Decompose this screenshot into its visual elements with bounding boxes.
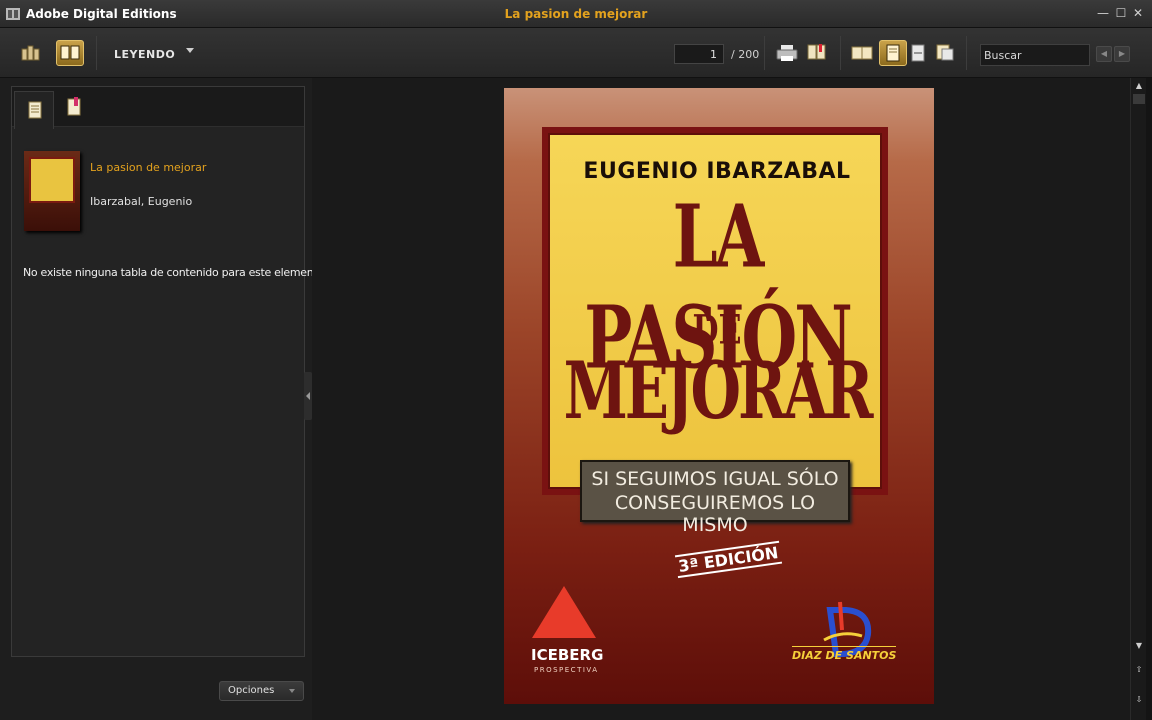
mode-dropdown-label[interactable]: LEYENDO [114,48,175,61]
cover-subtitle-line1: SI SEGUIMOS IGUAL SÓLO [591,468,839,490]
reading-view-button[interactable] [56,40,84,66]
title-bar: Adobe Digital Editions La pasion de mejo… [0,0,1152,28]
cover-title-frame: EUGENIO IBARZABAL LA PASIÓN DE MEJORAR [542,127,888,495]
print-button[interactable] [773,40,801,66]
minimize-button[interactable]: — [1096,6,1110,20]
chevron-down-icon[interactable] [186,48,194,53]
publisher-diaz-de-santos: DIAZ DE SANTOS [792,646,897,662]
toolbar-separator [966,36,967,70]
reading-view-icon [60,45,80,60]
window-edge [1146,78,1152,720]
chevron-down-icon [289,689,295,693]
toolbar-separator [840,36,841,70]
bookmark-icon [67,97,81,116]
print-icon [776,45,798,61]
search-prev-icon[interactable]: ◀ [1096,46,1112,62]
no-toc-message: No existe ninguna tabla de contenido par… [23,266,324,279]
library-view-button[interactable] [17,40,45,66]
diaz-de-santos-logo-icon [823,601,872,657]
previous-page-icon[interactable]: ⇧ [1131,662,1147,678]
vertical-scrollbar[interactable]: ▲ ▼ ⇧ ⇩ [1130,78,1146,720]
book-title[interactable]: La pasion de mejorar [90,161,206,174]
toc-icon [28,101,42,119]
page-total: / 200 [731,48,760,61]
cover-subtitle-line2: CONSEGUIREMOS LO MISMO [614,492,816,536]
book-author: Ibarzabal, Eugenio [90,195,193,208]
scroll-up-icon[interactable]: ▲ [1131,78,1147,94]
sidebar: La pasion de mejorar Ibarzabal, Eugenio … [0,78,324,720]
fit-width-button[interactable] [905,40,933,66]
single-page-view-button[interactable] [879,40,907,66]
sidebar-tab-strip [12,87,304,129]
sidebar-panel: La pasion de mejorar Ibarzabal, Eugenio … [11,86,324,657]
bookmark-page-button[interactable] [803,40,831,66]
fit-page-icon [936,44,954,61]
search-next-icon[interactable]: ▶ [1114,46,1130,62]
scrollbar-thumb[interactable] [1133,94,1145,104]
scroll-down-icon[interactable]: ▼ [1131,638,1147,654]
document-title: La pasion de mejorar [504,7,648,21]
options-button[interactable]: Opciones [219,681,304,701]
two-page-icon [851,46,873,60]
publisher-iceberg-sub: PROSPECTIVA [534,666,599,674]
toolbar-separator [764,36,765,70]
book-page: EUGENIO IBARZABAL LA PASIÓN DE MEJORAR S… [504,88,934,704]
book-thumbnail[interactable] [24,151,80,231]
tab-table-of-contents[interactable] [14,91,54,129]
options-label: Opciones [228,685,275,696]
toolbar: LEYENDO / 200 [0,28,1152,78]
two-page-view-button[interactable] [848,40,876,66]
thumbnail-cover-art [29,157,75,203]
fit-width-icon [911,44,925,62]
reading-area[interactable]: EUGENIO IBARZABAL LA PASIÓN DE MEJORAR S… [312,78,1130,720]
cover-title-line3: MEJORAR [563,345,874,437]
search-input[interactable] [980,44,1090,66]
sidebar-collapse-handle[interactable] [304,372,312,420]
fit-page-button[interactable] [931,40,959,66]
page-number-input[interactable] [674,44,724,64]
cover-author: EUGENIO IBARZABAL [583,159,851,184]
bookmark-page-icon [807,44,826,60]
cover-edition: 3ª EDICIÓN [674,540,782,579]
cover-title-panel: EUGENIO IBARZABAL LA PASIÓN DE MEJORAR [548,133,882,489]
app-window: Adobe Digital Editions La pasion de mejo… [0,0,1152,720]
publisher-iceberg: ICEBERG [531,646,604,664]
tab-bookmarks[interactable] [54,91,94,129]
maximize-button[interactable]: ☐ [1114,6,1128,20]
library-icon [21,45,40,61]
iceberg-logo-icon [532,586,596,638]
single-page-icon [886,44,900,62]
cover-subtitle-box: SI SEGUIMOS IGUAL SÓLO CONSEGUIREMOS LO … [580,460,850,536]
chevron-left-icon [306,392,310,400]
next-page-icon[interactable]: ⇩ [1131,692,1147,708]
close-button[interactable]: ✕ [1131,6,1145,20]
toolbar-separator [96,36,97,70]
